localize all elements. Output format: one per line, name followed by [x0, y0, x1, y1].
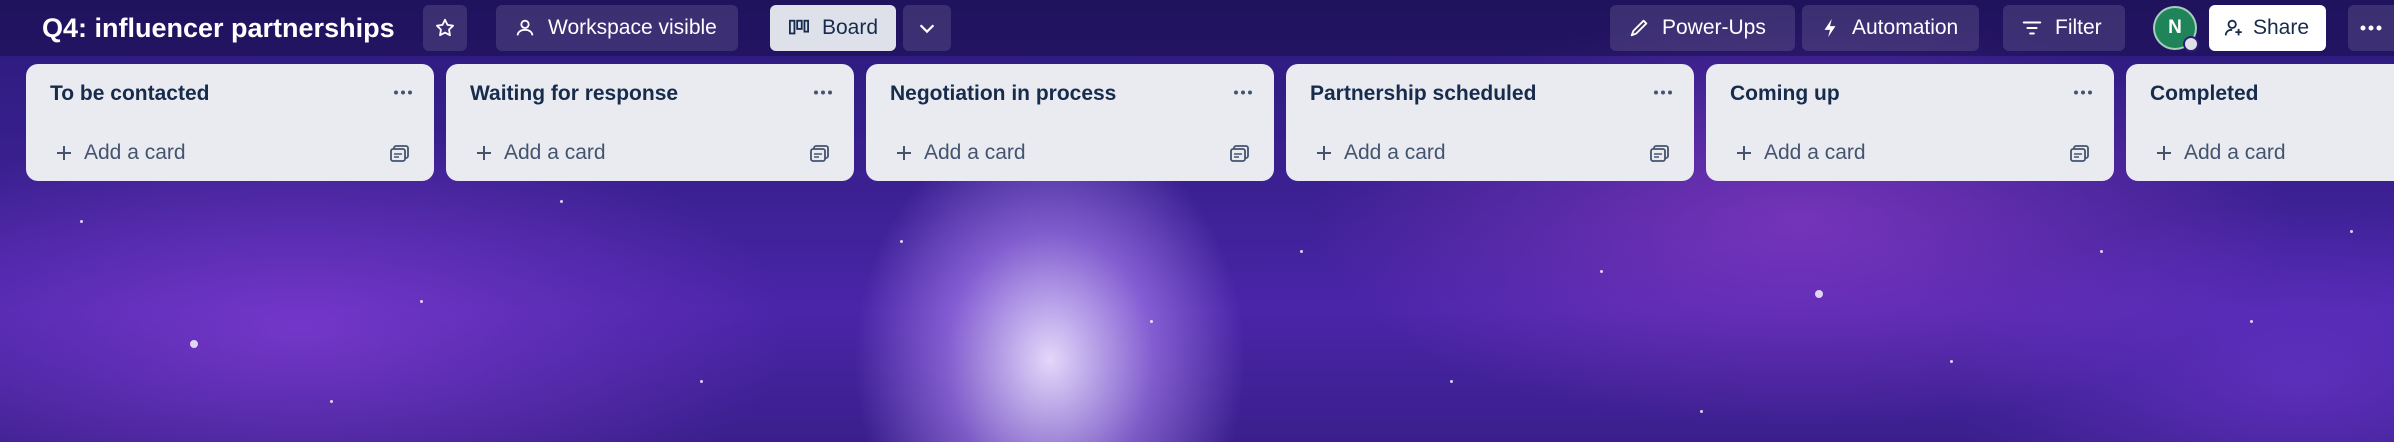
add-card-label: Add a card — [504, 141, 606, 164]
share-button[interactable]: Share — [2209, 5, 2326, 51]
star-icon — [436, 18, 454, 37]
add-card-button[interactable]: Add a card — [460, 134, 780, 172]
avatar-badge — [2183, 36, 2199, 52]
card-template-icon — [390, 145, 409, 162]
plus-icon — [2157, 146, 2171, 160]
board-header: Q4: influencer partnerships Workspace vi… — [0, 0, 2394, 56]
plus-icon — [477, 146, 491, 160]
visibility-label: Workspace visible — [548, 16, 717, 39]
lightning-icon — [1824, 18, 1836, 38]
add-card-label: Add a card — [924, 141, 1026, 164]
plus-icon — [1317, 146, 1331, 160]
add-card-button[interactable]: Add a card — [1720, 134, 2040, 172]
list-to-be-contacted: To be contacted Add a card — [26, 64, 434, 181]
board-icon — [789, 19, 809, 35]
create-from-template-button[interactable] — [804, 138, 836, 170]
card-template-icon — [2070, 145, 2089, 162]
add-card-button[interactable]: Add a card — [1300, 134, 1620, 172]
add-card-button[interactable]: Add a card — [2140, 134, 2380, 172]
filter-icon — [2022, 21, 2042, 35]
filter-button[interactable]: Filter — [2003, 5, 2125, 51]
add-card-button[interactable]: Add a card — [880, 134, 1200, 172]
plus-icon — [57, 146, 71, 160]
list-negotiation-in-process: Negotiation in process Add a card — [866, 64, 1274, 181]
list-menu-button[interactable] — [386, 78, 420, 106]
board-title[interactable]: Q4: influencer partnerships — [42, 12, 395, 44]
list-title[interactable]: Waiting for response — [470, 82, 678, 106]
list-menu-button[interactable] — [806, 78, 840, 106]
add-card-label: Add a card — [1344, 141, 1446, 164]
avatar-initial: N — [2168, 17, 2182, 38]
list-partnership-scheduled: Partnership scheduled Add a card — [1286, 64, 1694, 181]
filter-label: Filter — [2055, 16, 2102, 39]
create-from-template-button[interactable] — [1644, 138, 1676, 170]
card-template-icon — [1650, 145, 1669, 162]
add-card-label: Add a card — [1764, 141, 1866, 164]
more-icon — [2360, 25, 2382, 31]
ellipsis-icon — [814, 90, 832, 94]
add-card-label: Add a card — [84, 141, 186, 164]
plus-icon — [897, 146, 911, 160]
create-from-template-button[interactable] — [1224, 138, 1256, 170]
list-waiting-for-response: Waiting for response Add a card — [446, 64, 854, 181]
list-title[interactable]: Negotiation in process — [890, 82, 1116, 106]
chevron-down-icon — [919, 24, 935, 34]
board-view-label: Board — [822, 16, 879, 39]
ellipsis-icon — [2074, 90, 2092, 94]
avatar[interactable]: N — [2153, 6, 2199, 52]
automation-button[interactable]: Automation — [1802, 5, 1979, 51]
views-dropdown-button[interactable] — [903, 5, 951, 51]
powerups-label: Power-Ups — [1662, 16, 1766, 39]
list-coming-up: Coming up Add a card — [1706, 64, 2114, 181]
visibility-button[interactable]: Workspace visible — [496, 5, 738, 51]
ellipsis-icon — [394, 90, 412, 94]
create-from-template-button[interactable] — [2064, 138, 2096, 170]
card-template-icon — [1230, 145, 1249, 162]
ellipsis-icon — [1234, 90, 1252, 94]
list-menu-button[interactable] — [2066, 78, 2100, 106]
list-title[interactable]: Completed — [2150, 82, 2259, 106]
automation-label: Automation — [1852, 16, 1959, 39]
list-title[interactable]: To be contacted — [50, 82, 209, 106]
list-title[interactable]: Coming up — [1730, 82, 1840, 106]
people-icon — [516, 19, 534, 36]
star-button[interactable] — [423, 5, 467, 51]
list-title[interactable]: Partnership scheduled — [1310, 82, 1536, 106]
list-menu-button[interactable] — [1226, 78, 1260, 106]
more-menu-button[interactable] — [2348, 5, 2394, 51]
ellipsis-icon — [1654, 90, 1672, 94]
rocket-icon — [1630, 19, 1648, 37]
add-person-icon — [2224, 19, 2242, 36]
board-view-button[interactable]: Board — [770, 5, 896, 51]
list-menu-button[interactable] — [1646, 78, 1680, 106]
add-card-button[interactable]: Add a card — [40, 134, 360, 172]
powerups-button[interactable]: Power-Ups — [1610, 5, 1795, 51]
create-from-template-button[interactable] — [384, 138, 416, 170]
card-template-icon — [810, 145, 829, 162]
add-card-label: Add a card — [2184, 141, 2286, 164]
share-label: Share — [2253, 16, 2310, 39]
plus-icon — [1737, 146, 1751, 160]
list-completed: Completed Add a card — [2126, 64, 2394, 181]
